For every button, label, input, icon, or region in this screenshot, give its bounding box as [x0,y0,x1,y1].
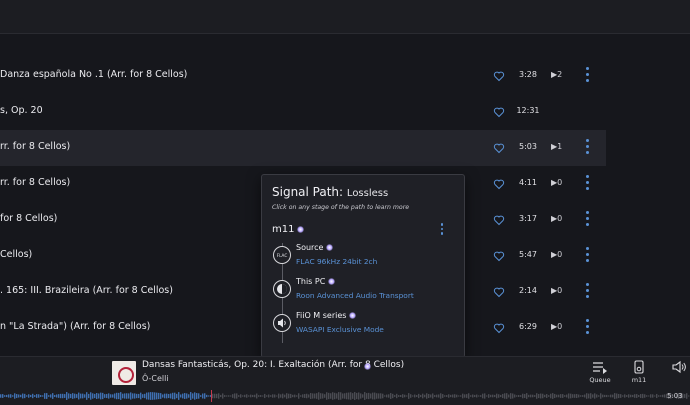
track-title[interactable]: rr. for 8 Cellos) [0,177,70,188]
track-duration: 3:17 [519,214,537,223]
stage-detail: WASAPI Exclusive Mode [296,325,384,334]
track-duration: 12:31 [516,106,540,115]
top-bar [0,0,690,34]
signal-path-hint: Click on any stage of the path to learn … [272,204,410,211]
track-title[interactable]: s, Op. 20 [0,105,43,116]
signal-path-title: Signal Path: Lossless [272,185,388,199]
stage-detail: Roon Advanced Audio Transport [296,291,414,300]
zone-button[interactable]: m11 [622,360,656,384]
now-playing-artist[interactable]: Ô-Celli [142,374,169,383]
zone-options-icon[interactable] [438,223,446,237]
track-title[interactable]: for 8 Cellos) [0,213,57,224]
more-options-icon[interactable] [582,139,592,157]
roon-icon [273,280,291,298]
heart-icon[interactable] [493,214,505,226]
track-title[interactable]: Danza española No .1 (Arr. for 8 Cellos) [0,69,187,80]
play-count: ▶2 [551,70,563,79]
stage-source[interactable]: FLAC Source FLAC 96kHz 24bit 2ch [270,243,460,275]
play-count: ▶0 [551,250,563,259]
play-count: ▶1 [551,142,563,151]
track-duration: 4:11 [519,178,537,187]
more-options-icon[interactable] [582,175,592,193]
stage-device[interactable]: FiiO M series WASAPI Exclusive Mode [270,311,460,343]
stage-detail: FLAC 96kHz 24bit 2ch [296,257,378,266]
quality-star-icon [328,278,336,285]
signal-path-label: Signal Path: [272,185,344,199]
stage-name: Source [296,243,334,252]
play-count: ▶0 [551,322,563,331]
play-count: ▶0 [551,178,563,187]
more-options-icon[interactable] [582,211,592,229]
zone-label: m11 [272,224,295,235]
heart-icon[interactable] [493,142,505,154]
volume-button[interactable] [662,360,690,376]
album-art[interactable] [112,361,136,385]
more-options-icon[interactable] [582,283,592,301]
speaker-icon [273,314,291,332]
track-duration: 5:47 [519,250,537,259]
heart-icon[interactable] [493,250,505,262]
volume-icon [672,360,686,374]
track-duration: 3:28 [519,70,537,79]
heart-icon[interactable] [493,178,505,190]
device-icon [634,360,644,374]
heart-icon[interactable] [493,322,505,334]
track-title[interactable]: rr. for 8 Cellos) [0,141,70,152]
more-options-icon[interactable] [582,247,592,265]
track-row-selected[interactable]: rr. for 8 Cellos) 5:03 ▶1 [0,130,606,166]
track-duration: 2:14 [519,286,537,295]
track-title[interactable]: . 165: III. Brazileira (Arr. for 8 Cello… [0,285,173,296]
signal-quality: Lossless [346,188,389,199]
zone-button-label: m11 [631,376,647,384]
stage-this-pc[interactable]: This PC Roon Advanced Audio Transport [270,277,460,309]
stage-name: FiiO M series [296,311,357,320]
signal-path-popup: Signal Path: Lossless Click on any stage… [261,174,465,358]
track-time: 5:03 [667,392,683,400]
heart-icon[interactable] [493,70,505,82]
seek-waveform[interactable] [0,390,690,402]
quality-star-icon [297,225,305,233]
more-options-icon[interactable] [582,67,592,85]
quality-star-icon [326,244,334,251]
zone-name[interactable]: m11 [272,224,305,235]
stage-name: This PC [296,277,336,286]
queue-icon [593,362,607,374]
track-row[interactable]: s, Op. 20 12:31 [0,94,690,130]
play-count: ▶0 [551,214,563,223]
more-options-icon[interactable] [582,319,592,337]
queue-label: Queue [589,376,611,384]
play-count: ▶0 [551,286,563,295]
heart-icon[interactable] [493,106,505,118]
track-row[interactable]: Danza española No .1 (Arr. for 8 Cellos)… [0,58,690,94]
track-duration: 6:29 [519,322,537,331]
quality-star-icon [349,312,357,319]
track-title[interactable]: Cellos) [0,249,32,260]
track-title[interactable]: n "La Strada") (Arr. for 8 Cellos) [0,321,150,332]
heart-icon[interactable] [493,286,505,298]
queue-button[interactable]: Queue [583,360,617,384]
flac-icon: FLAC [273,246,291,264]
track-duration: 5:03 [519,142,537,151]
quality-star-icon [364,363,371,370]
svg-text:FLAC: FLAC [277,253,288,258]
